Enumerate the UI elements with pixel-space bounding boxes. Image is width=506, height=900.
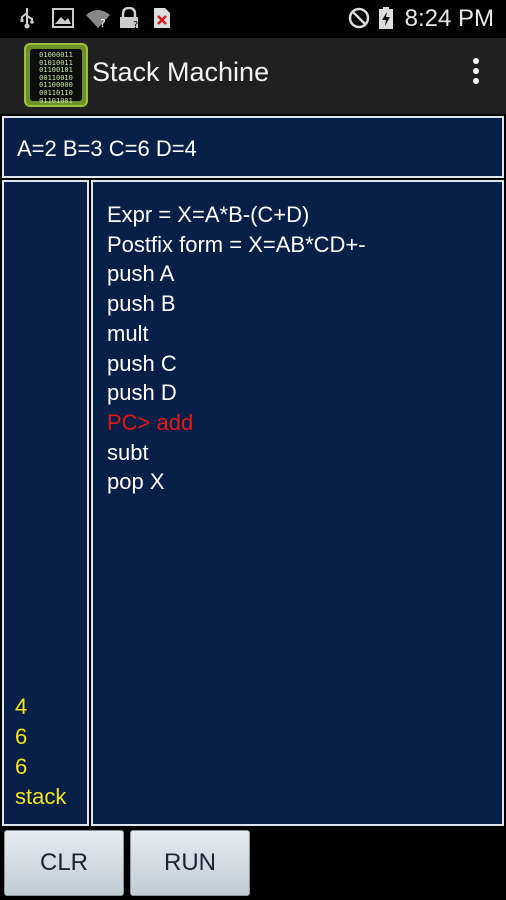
program-line: push C (107, 350, 177, 376)
variables-panel: A=2 B=3 C=6 D=4 (2, 116, 504, 178)
svg-text:?: ? (100, 17, 106, 29)
stack-label: stack (15, 784, 67, 809)
program-line-current: PC> add (107, 409, 194, 435)
lock-icon: ? (120, 7, 138, 29)
program-line: subt (107, 439, 149, 465)
stack-item: 4 (15, 694, 28, 719)
error-notification-icon (154, 8, 170, 28)
variables-text: A=2 B=3 C=6 D=4 (17, 136, 197, 161)
status-bar: ? ? 8:24 PM (0, 0, 506, 38)
stack-panel: 4 6 6 stack (2, 180, 89, 826)
svg-text:?: ? (133, 20, 138, 29)
program-line: mult (107, 320, 149, 346)
stack-list: 4 6 6 stack (15, 692, 66, 812)
program-line: push A (107, 261, 175, 287)
action-bar: 01000011 01010011 01100101 00110010 0110… (0, 38, 506, 114)
run-button[interactable]: RUN (130, 830, 250, 896)
app-icon[interactable]: 01000011 01010011 01100101 00110010 0110… (24, 43, 88, 107)
program-listing: Expr = X=A*B-(C+D) Postfix form = X=AB*C… (107, 200, 366, 497)
app-icon-binary: 01000011 01010011 01100101 00110010 0110… (30, 49, 82, 104)
usb-icon (20, 8, 34, 29)
stack-item: 6 (15, 724, 28, 749)
wifi-question-icon: ? (86, 10, 110, 29)
program-line: Postfix form = X=AB*CD+- (107, 231, 366, 257)
program-line: pop X (107, 469, 165, 495)
overflow-menu-icon[interactable] (472, 58, 480, 88)
stack-item: 6 (15, 754, 28, 779)
image-icon (52, 8, 74, 28)
do-not-disturb-icon (348, 7, 370, 29)
clock: 8:24 PM (404, 5, 494, 32)
app-title: Stack Machine (92, 57, 270, 87)
clear-button[interactable]: CLR (4, 830, 124, 896)
program-line: push B (107, 291, 176, 317)
program-line: push D (107, 380, 177, 406)
program-panel: Expr = X=A*B-(C+D) Postfix form = X=AB*C… (91, 180, 504, 826)
program-line: Expr = X=A*B-(C+D) (107, 202, 310, 227)
battery-charging-icon (379, 7, 393, 29)
